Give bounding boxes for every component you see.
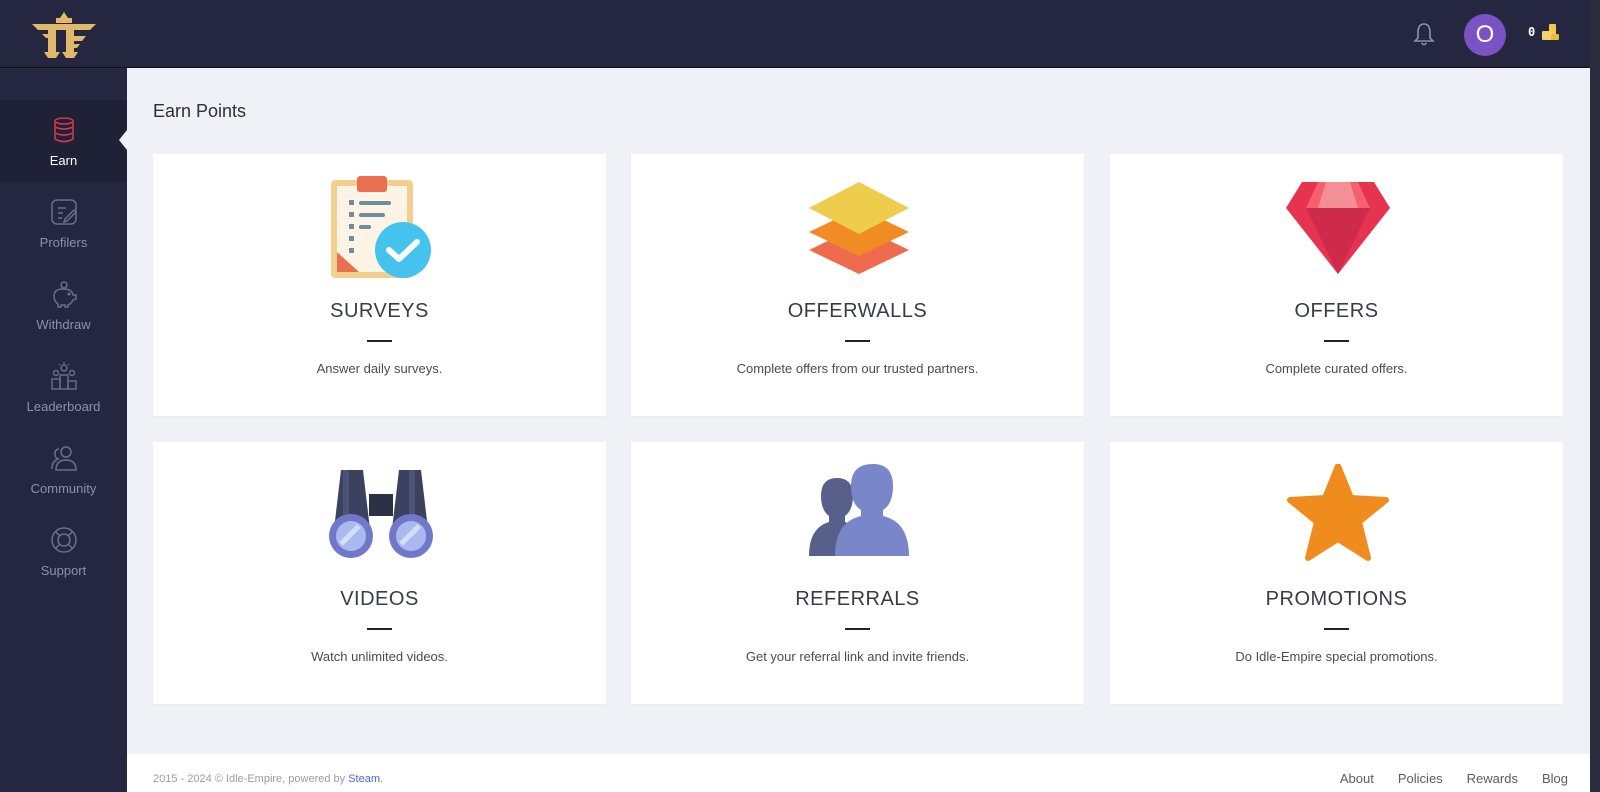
card-description: Complete offers from our trusted partner…: [736, 361, 979, 376]
card-referrals[interactable]: REFERRALS Get your referral link and inv…: [631, 442, 1084, 704]
copyright-text: 2015 - 2024 © Idle-Empire, powered by: [153, 773, 349, 785]
footer-link-policies[interactable]: Policies: [1398, 771, 1443, 786]
footer: 2015 - 2024 © Idle-Empire, powered by St…: [127, 754, 1590, 792]
card-divider: [1324, 340, 1349, 342]
users-icon: [50, 446, 77, 471]
sidebar: Earn Profilers Withdraw Leaderboard Comm…: [0, 68, 127, 792]
card-description: Answer daily surveys.: [316, 361, 443, 376]
copyright-suffix: .: [380, 773, 384, 785]
sidebar-item-community[interactable]: Community: [0, 428, 127, 510]
steam-link[interactable]: Steam: [348, 773, 380, 785]
card-title: REFERRALS: [795, 588, 920, 610]
sidebar-item-label: Leaderboard: [26, 399, 101, 414]
card-title: VIDEOS: [340, 588, 419, 610]
lifebuoy-icon: [50, 527, 77, 553]
coins-icon: [1542, 24, 1560, 40]
sidebar-item-leaderboard[interactable]: Leaderboard: [0, 346, 127, 428]
card-description: Watch unlimited videos.: [311, 649, 448, 664]
card-divider: [1324, 628, 1349, 630]
footer-link-blog[interactable]: Blog: [1542, 771, 1568, 786]
binoculars-icon: [329, 470, 433, 558]
card-description: Get your referral link and invite friend…: [745, 649, 970, 664]
card-description: Do Idle-Empire special promotions.: [1235, 649, 1438, 664]
card-videos[interactable]: VIDEOS Watch unlimited videos.: [153, 442, 606, 704]
sidebar-item-label: Profilers: [39, 235, 88, 250]
copyright: 2015 - 2024 © Idle-Empire, powered by St…: [153, 773, 383, 785]
gem-icon: [1286, 182, 1390, 274]
card-description: Complete curated offers.: [1265, 361, 1408, 376]
footer-link-about[interactable]: About: [1340, 771, 1374, 786]
card-title: PROMOTIONS: [1265, 588, 1408, 610]
trophy-podium-icon: [50, 362, 77, 390]
bell-icon[interactable]: [1412, 21, 1436, 47]
card-offers[interactable]: OFFERS Complete curated offers.: [1110, 154, 1563, 416]
clipboard-check-icon: [331, 176, 431, 278]
sidebar-item-label: Support: [40, 563, 87, 578]
card-title: OFFERS: [1294, 300, 1379, 322]
card-divider: [845, 628, 870, 630]
footer-link-rewards[interactable]: Rewards: [1467, 771, 1518, 786]
sidebar-item-label: Withdraw: [36, 317, 91, 332]
card-divider: [367, 340, 392, 342]
scrollbar[interactable]: [1590, 0, 1600, 792]
sidebar-item-label: Earn: [49, 153, 78, 168]
user-avatar[interactable]: O: [1464, 14, 1506, 56]
card-surveys[interactable]: SURVEYS Answer daily surveys.: [153, 154, 606, 416]
sidebar-item-label: Community: [30, 481, 97, 496]
points-balance[interactable]: 0: [1528, 22, 1560, 42]
sidebar-item-profilers[interactable]: Profilers: [0, 182, 127, 264]
card-divider: [367, 628, 392, 630]
card-promotions[interactable]: PROMOTIONS Do Idle-Empire special promot…: [1110, 442, 1563, 704]
people-icon: [809, 464, 909, 556]
layers-icon: [809, 182, 909, 274]
balance-amount: 0: [1528, 25, 1536, 39]
piggy-bank-icon: [52, 281, 77, 308]
card-title: OFFERWALLS: [787, 300, 928, 322]
page-title: Earn Points: [153, 101, 247, 121]
card-offerwalls[interactable]: OFFERWALLS Complete offers from our trus…: [631, 154, 1084, 416]
eagle-logo[interactable]: [30, 10, 98, 60]
footer-links: About Policies Rewards Blog: [1340, 771, 1568, 786]
avatar-initial: O: [1475, 21, 1495, 48]
sidebar-item-support[interactable]: Support: [0, 510, 127, 592]
card-title: SURVEYS: [330, 300, 429, 322]
sidebar-item-withdraw[interactable]: Withdraw: [0, 264, 127, 346]
card-divider: [845, 340, 870, 342]
top-bar: O 0: [0, 0, 1590, 68]
star-icon: [1287, 464, 1389, 561]
coins-stack-icon: [53, 117, 74, 143]
profile-edit-icon: [50, 199, 77, 225]
sidebar-item-earn[interactable]: Earn: [0, 100, 127, 182]
